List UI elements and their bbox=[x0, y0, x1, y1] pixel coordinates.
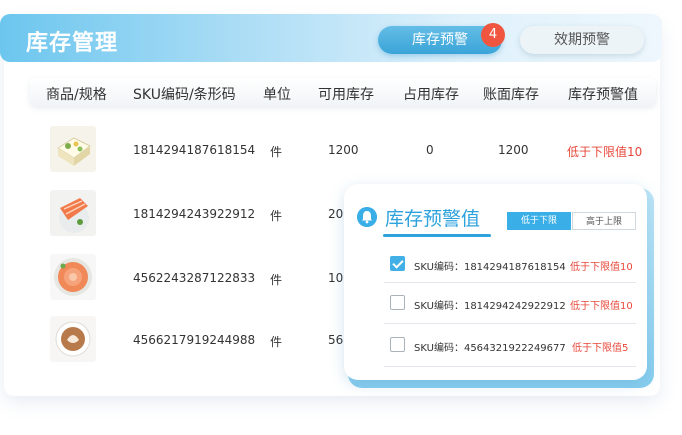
salmon-slices-image bbox=[50, 254, 96, 300]
popup-sku-label: SKU编码：4564321922249677 bbox=[414, 343, 566, 354]
popup-warning-value: 低于下限值5 bbox=[572, 343, 629, 354]
divider bbox=[384, 366, 636, 367]
column-header-unit: 单位 bbox=[263, 87, 291, 103]
unit-cell: 件 bbox=[270, 273, 283, 287]
unit-cell: 件 bbox=[270, 335, 283, 349]
bell-icon bbox=[357, 207, 377, 227]
column-header-occupied: 占用库存 bbox=[403, 87, 459, 103]
column-header-sku: SKU编码/条形码 bbox=[133, 87, 236, 103]
popup-warning-value: 低于下限值10 bbox=[570, 301, 633, 312]
tab-above-upper-limit[interactable]: 高于上限 bbox=[572, 212, 636, 230]
divider bbox=[384, 323, 636, 324]
sku-code: 1814294187618154 bbox=[133, 143, 256, 157]
sku-code: 4566217919244988 bbox=[133, 333, 256, 347]
popup-warning-value: 低于下限值10 bbox=[570, 262, 633, 273]
column-header-book: 账面库存 bbox=[483, 87, 539, 103]
page-title: 库存管理 bbox=[26, 31, 119, 56]
popup-sku-label: SKU编码：1814294187618154 bbox=[414, 262, 566, 273]
popup-sku-label: SKU编码：1814294242922912 bbox=[414, 301, 566, 312]
sku-code: 4562243287122833 bbox=[133, 271, 256, 285]
available-stock-cell: 56 bbox=[328, 333, 344, 347]
unit-cell: 件 bbox=[270, 145, 283, 159]
warning-value-cell: 低于下限值10 bbox=[567, 145, 643, 159]
salmon-fillet-image bbox=[50, 190, 96, 236]
inventory-management-screen: 库存管理 库存预警 4 效期预警 商品/规格 SKU编码/条形码 单位 可用库存… bbox=[0, 0, 682, 435]
tab-expiry-warning[interactable]: 效期预警 bbox=[520, 26, 644, 54]
popup-title-underline bbox=[383, 234, 491, 237]
item-checkbox[interactable] bbox=[390, 295, 405, 310]
column-header-available: 可用库存 bbox=[318, 87, 374, 103]
available-stock-cell: 1200 bbox=[328, 143, 359, 157]
book-stock-cell: 1200 bbox=[498, 143, 529, 157]
item-checkbox-checked[interactable] bbox=[390, 256, 405, 271]
column-header-warning: 库存预警值 bbox=[568, 87, 638, 103]
warning-count-badge: 4 bbox=[481, 23, 505, 47]
column-header-product: 商品/规格 bbox=[46, 87, 107, 103]
popup-title: 库存预警值 bbox=[385, 208, 481, 230]
available-stock-cell: 20 bbox=[328, 207, 344, 221]
latte-cup-image bbox=[50, 316, 96, 362]
occupied-stock-cell: 0 bbox=[426, 143, 434, 157]
tab-below-lower-limit[interactable]: 低于下限 bbox=[507, 212, 571, 230]
unit-cell: 件 bbox=[270, 209, 283, 223]
item-checkbox[interactable] bbox=[390, 337, 405, 352]
divider bbox=[384, 282, 636, 283]
tofu-product-image bbox=[50, 126, 96, 172]
available-stock-cell: 10 bbox=[328, 271, 344, 285]
sku-code: 1814294243922912 bbox=[133, 207, 256, 221]
